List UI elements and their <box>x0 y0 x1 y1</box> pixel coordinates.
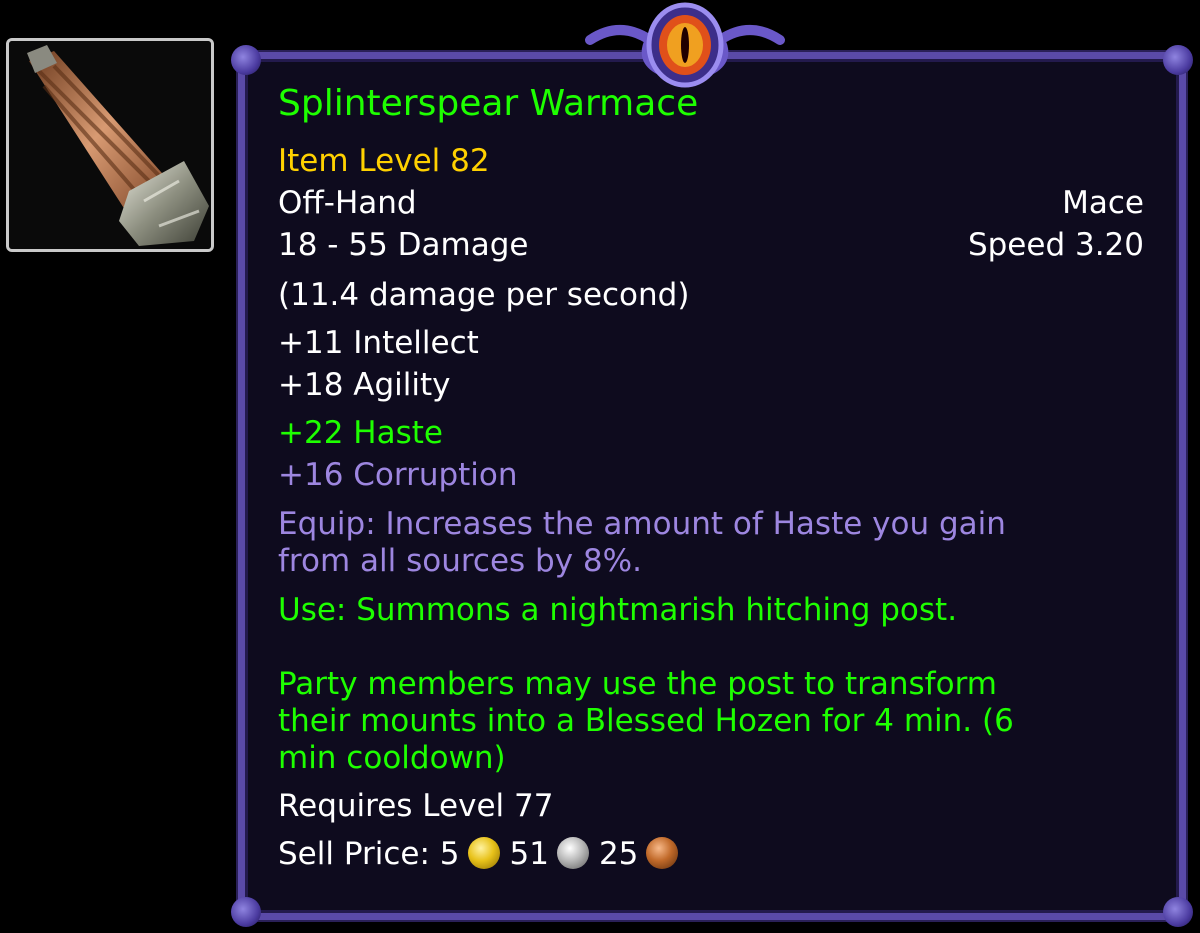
eye-ornament-icon <box>585 2 785 88</box>
frame-corner-ornament <box>231 45 261 75</box>
item-name: Splinterspear Warmace <box>278 83 699 124</box>
gold-amount: 5 <box>439 836 460 872</box>
item-damage: 18 - 55 Damage <box>278 227 529 263</box>
frame-corner-ornament <box>231 897 261 927</box>
use-effect-line-3: their mounts into a Blessed Hozen for 4 … <box>278 703 1014 739</box>
gold-coin-icon <box>467 837 500 869</box>
mace-item-icon <box>9 41 211 249</box>
stat-intellect: +11 Intellect <box>278 325 479 361</box>
stat-agility: +18 Agility <box>278 367 451 403</box>
sell-price-label: Sell Price: <box>278 836 440 872</box>
stat-corruption: +16 Corruption <box>278 457 518 493</box>
silver-amount: 51 <box>509 836 549 872</box>
item-dps: (11.4 damage per second) <box>278 277 690 313</box>
item-icon-frame[interactable] <box>6 38 214 252</box>
frame-corner-ornament <box>1163 897 1193 927</box>
sell-price: Sell Price: 5 51 25 <box>278 836 688 872</box>
equip-effect-line-1: Equip: Increases the amount of Haste you… <box>278 506 1006 542</box>
use-effect-line-4: min cooldown) <box>278 740 506 776</box>
item-speed: Speed 3.20 <box>967 227 1144 263</box>
silver-coin-icon <box>556 837 589 869</box>
use-effect-line-1: Use: Summons a nightmarish hitching post… <box>278 592 958 628</box>
required-level: Requires Level 77 <box>278 788 554 824</box>
stat-haste: +22 Haste <box>278 415 443 451</box>
use-effect-line-2: Party members may use the post to transf… <box>278 666 997 702</box>
copper-amount: 25 <box>598 836 639 872</box>
item-level: Item Level 82 <box>278 143 490 179</box>
frame-corner-ornament <box>1163 45 1193 75</box>
copper-coin-icon <box>646 837 679 869</box>
item-slot: Off-Hand <box>278 185 417 221</box>
equip-effect-line-2: from all sources by 8%. <box>278 543 642 579</box>
item-type: Mace <box>1062 185 1144 221</box>
